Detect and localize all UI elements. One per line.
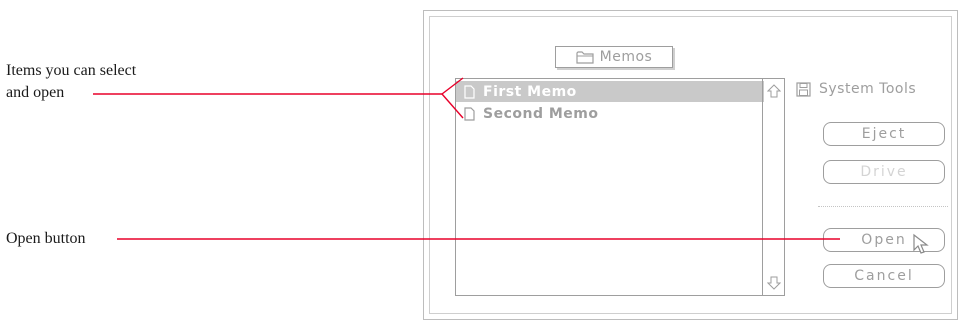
cancel-button[interactable]: Cancel [823,264,945,288]
callout-open-button: Open button [6,230,86,247]
scroll-down-arrow[interactable] [763,273,784,293]
button-separator [818,206,948,207]
disk-name: System Tools [796,78,916,100]
callout-items-line1: Items you can select [6,62,137,79]
drive-button[interactable]: Drive [823,160,945,184]
eject-button[interactable]: Eject [823,122,945,146]
drive-button-label: Drive [860,164,908,180]
document-icon [464,84,475,99]
folder-popup-label: Memos [599,49,653,65]
file-list-scrollbar[interactable] [762,79,784,295]
cancel-button-label: Cancel [854,268,914,284]
folder-icon [576,51,594,64]
arrow-down-icon [766,276,781,290]
disk-icon [796,81,811,97]
file-item-second-memo[interactable]: Second Memo [456,103,764,124]
file-item-first-memo[interactable]: First Memo [456,81,764,102]
file-item-label: Second Memo [483,105,599,122]
disk-name-label: System Tools [819,81,917,97]
file-item-label: First Memo [483,83,577,100]
open-button-label: Open [861,232,907,248]
scroll-up-arrow[interactable] [763,81,784,101]
eject-button-label: Eject [861,126,907,142]
callout-items-line2: and open [6,84,65,101]
document-icon [464,106,475,121]
arrow-up-icon [766,84,781,98]
folder-popup-menu[interactable]: Memos [555,46,673,68]
mouse-pointer-icon [913,233,929,254]
file-list[interactable]: First Memo Second Memo [455,78,785,296]
